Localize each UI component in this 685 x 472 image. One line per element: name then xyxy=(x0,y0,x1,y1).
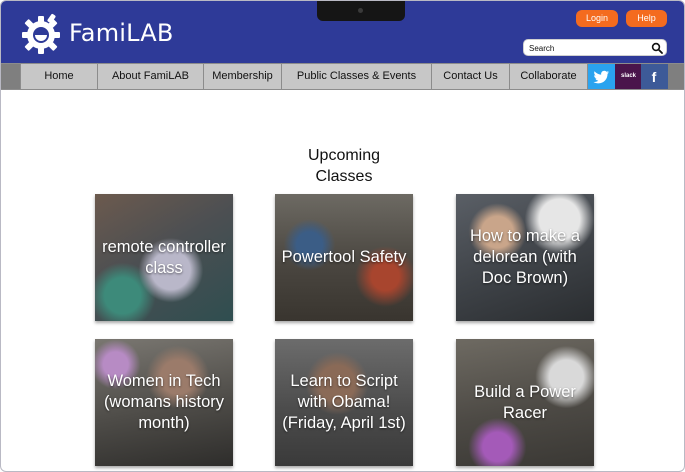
nav-item-public-classes[interactable]: Public Classes & Events xyxy=(282,64,432,89)
site-header: FamiLAB Login Help xyxy=(1,1,684,63)
browser-frame: FamiLAB Login Help Home About FamiLAB Me… xyxy=(0,0,685,472)
nav-item-contact[interactable]: Contact Us xyxy=(432,64,510,89)
search-box xyxy=(523,39,667,56)
class-title: Women in Tech (womans history month) xyxy=(103,372,225,432)
site-title[interactable]: FamiLAB xyxy=(69,19,174,47)
class-title: Build a Power Racer xyxy=(474,382,576,422)
class-card[interactable]: Learn to Script with Obama! (Friday, Apr… xyxy=(275,339,413,466)
class-card[interactable]: remote controller class xyxy=(95,194,233,321)
section-title: Upcoming Classes xyxy=(307,147,381,185)
main-nav: Home About FamiLAB Membership Public Cla… xyxy=(1,63,684,90)
nav-item-collaborate[interactable]: Collaborate xyxy=(510,64,588,89)
nav-item-home[interactable]: Home xyxy=(20,64,98,89)
login-button[interactable]: Login xyxy=(576,10,618,27)
class-card[interactable]: Women in Tech (womans history month) xyxy=(95,339,233,466)
camera-dot xyxy=(358,8,363,13)
class-title: How to make a delorean (with Doc Brown) xyxy=(469,227,581,287)
class-title: Powertool Safety xyxy=(281,248,407,266)
class-card[interactable]: Build a Power Racer xyxy=(456,339,594,466)
twitter-icon xyxy=(593,70,609,84)
nav-item-about[interactable]: About FamiLAB xyxy=(98,64,204,89)
nav-right-edge xyxy=(668,64,684,89)
class-title: Learn to Script with Obama! (Friday, Apr… xyxy=(282,372,406,432)
search-input[interactable] xyxy=(529,42,647,54)
gear-logo-icon[interactable] xyxy=(19,12,63,56)
slack-link[interactable]: slack xyxy=(615,64,642,89)
facebook-link[interactable]: f xyxy=(641,64,668,89)
search-icon[interactable] xyxy=(651,42,663,54)
slack-icon: slack xyxy=(620,73,636,79)
nav-left-edge xyxy=(1,64,20,89)
facebook-icon: f xyxy=(651,69,657,85)
class-card[interactable]: How to make a delorean (with Doc Brown) xyxy=(456,194,594,321)
twitter-link[interactable] xyxy=(588,64,615,89)
help-button[interactable]: Help xyxy=(626,10,667,27)
nav-item-membership[interactable]: Membership xyxy=(204,64,282,89)
class-title: remote controller class xyxy=(102,237,226,277)
class-card[interactable]: Powertool Safety xyxy=(275,194,413,321)
